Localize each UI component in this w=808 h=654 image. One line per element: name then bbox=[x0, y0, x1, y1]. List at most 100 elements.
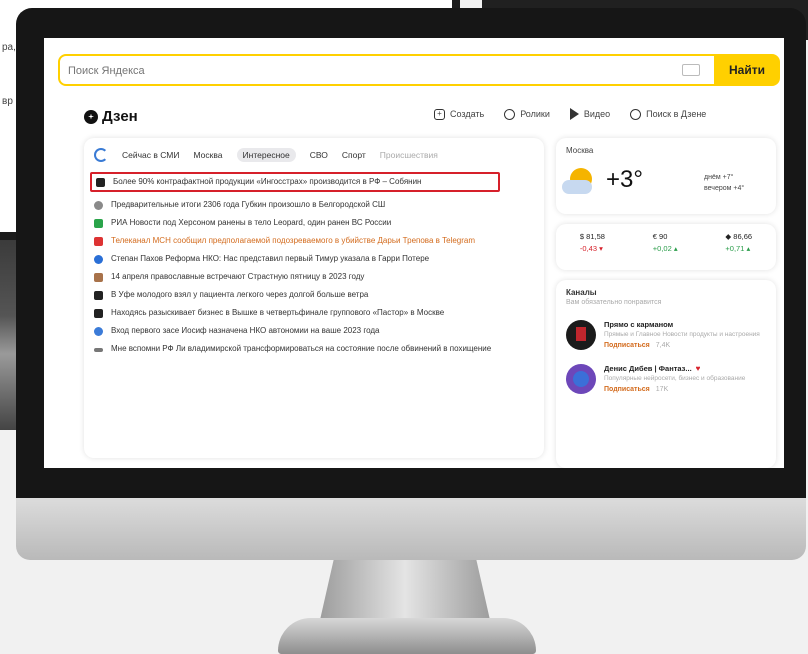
rate-usd[interactable]: $ 81,58 -0,43 ▾ bbox=[580, 232, 605, 270]
search-icon bbox=[630, 108, 642, 120]
news-source-icon bbox=[94, 327, 103, 336]
rate-value: $ 81,58 bbox=[579, 232, 605, 241]
dzen-search-button[interactable]: Поиск в Дзене bbox=[630, 108, 706, 120]
monitor: Найти Дзен + Создать Ролики Видео bbox=[16, 8, 806, 560]
shorts-button[interactable]: Ролики bbox=[504, 108, 550, 120]
channel-description: Прямые и Главное Новости продукты и наст… bbox=[604, 331, 760, 338]
tab-svo[interactable]: СВО bbox=[310, 150, 328, 160]
rate-value: ◆ 86,66 bbox=[725, 232, 753, 241]
monitor-chin bbox=[16, 498, 806, 560]
news-text: Степан Пахов Реформа НКО: Нас представил… bbox=[111, 254, 430, 263]
news-text: 14 апреля православные встречают Страстн… bbox=[111, 272, 365, 281]
subscribe-label: Подписаться bbox=[604, 386, 650, 393]
weather-details: днём +7° вечером +4° bbox=[704, 172, 744, 194]
news-text: РИА Новости под Херсоном ранены в тело L… bbox=[111, 218, 392, 227]
news-source-icon bbox=[94, 219, 103, 228]
channel-description: Популярные нейросети, бизнес и образован… bbox=[604, 375, 746, 382]
channels-title: Каналы bbox=[566, 288, 597, 297]
channels-subtitle: Вам обязательно понравится bbox=[566, 299, 662, 306]
news-item[interactable]: РИА Новости под Херсоном ранены в тело L… bbox=[94, 218, 534, 228]
news-item[interactable]: Находясь разыскивает бизнес в Вышке в че… bbox=[94, 308, 534, 318]
create-button[interactable]: + Создать bbox=[434, 108, 484, 120]
monitor-screen: Найти Дзен + Создать Ролики Видео bbox=[44, 38, 784, 468]
news-text: Мне вспомни РФ Ли владимирской трансформ… bbox=[111, 344, 492, 353]
search-button[interactable]: Найти bbox=[714, 54, 780, 86]
rate-delta: -0,43 ▾ bbox=[579, 244, 603, 253]
rate-value: € 90 bbox=[652, 232, 668, 241]
tab-incidents[interactable]: Происшествия bbox=[380, 150, 438, 160]
news-item[interactable]: Предварительные итоги 2306 года Губкин п… bbox=[94, 200, 534, 210]
channel-subscribers: 17K bbox=[655, 386, 669, 393]
tab-interesting[interactable]: Интересное bbox=[236, 148, 296, 162]
monitor-bezel: Найти Дзен + Создать Ролики Видео bbox=[16, 8, 806, 498]
channel-item[interactable]: Денис Дибев | Фантаз... ♥ Популярные нейр… bbox=[566, 364, 766, 394]
tab-now-in-media[interactable]: Сейчас в СМИ bbox=[122, 150, 180, 160]
news-item[interactable]: Степан Пахов Реформа НКО: Нас представил… bbox=[94, 254, 534, 264]
channel-item[interactable]: Прямо с карманом Прямые и Главное Новост… bbox=[566, 320, 766, 350]
channel-name: Прямо с карманом bbox=[604, 320, 674, 329]
dzen-logo-icon bbox=[84, 109, 98, 124]
channel-name-text: Денис Дибев | Фантаз... bbox=[604, 364, 692, 373]
channel-avatar bbox=[566, 320, 596, 350]
tab-moscow[interactable]: Москва bbox=[194, 150, 223, 160]
weather-city: Москва bbox=[566, 146, 594, 155]
shorts-label: Ролики bbox=[520, 109, 550, 119]
dzen-logo[interactable]: Дзен bbox=[84, 108, 138, 125]
subscribe-label: Подписаться bbox=[604, 342, 650, 349]
news-text: Находясь разыскивает бизнес в Вышке в че… bbox=[111, 308, 445, 317]
news-source-icon bbox=[94, 237, 103, 246]
tab-sport[interactable]: Спорт bbox=[342, 150, 366, 160]
news-source-icon bbox=[94, 348, 103, 352]
news-text: Вход первого засе Иосиф назначена НКО ав… bbox=[111, 326, 380, 335]
dzen-actions: + Создать Ролики Видео Поиск в Дзене bbox=[434, 108, 706, 120]
rate-delta: +0,02 ▴ bbox=[652, 244, 678, 253]
heart-icon: ♥ bbox=[695, 364, 701, 373]
weather-widget[interactable]: Москва +3° днём +7° вечером +4° bbox=[556, 138, 776, 214]
monitor-stand-neck bbox=[320, 560, 490, 620]
subscribe-button[interactable]: Подписаться 17K bbox=[604, 386, 745, 393]
news-item[interactable]: В Уфе молодого взял у пациента легкого ч… bbox=[94, 290, 534, 300]
rates-widget[interactable]: $ 81,58 -0,43 ▾ € 90 +0,02 ▴ ◆ 86,66 +0,… bbox=[556, 224, 776, 270]
cloud-icon bbox=[562, 180, 592, 194]
news-item[interactable]: 14 апреля православные встречают Страстн… bbox=[94, 272, 534, 282]
news-text: Более 90% контрафактной продукции «Ингос… bbox=[113, 177, 422, 186]
news-source-icon bbox=[96, 178, 105, 187]
rate-delta: +0,71 ▴ bbox=[725, 244, 751, 253]
news-source-icon bbox=[94, 309, 103, 318]
news-source-icon bbox=[94, 273, 103, 282]
news-panel: Сейчас в СМИ Москва Интересное СВО Спорт… bbox=[84, 138, 544, 458]
channels-widget: Каналы Вам обязательно понравится Прямо … bbox=[556, 280, 776, 468]
news-item[interactable]: Вход первого засе Иосиф назначена НКО ав… bbox=[94, 326, 534, 336]
news-list: Более 90% контрафактной продукции «Ингос… bbox=[90, 172, 534, 354]
channel-subscribers: 7,4K bbox=[655, 342, 671, 349]
news-item-highlighted[interactable]: Более 90% контрафактной продукции «Ингос… bbox=[90, 172, 500, 192]
news-source-icon bbox=[94, 201, 103, 210]
news-item[interactable]: Телеканал МСН сообщил предполагаемой под… bbox=[94, 236, 534, 246]
news-text: В Уфе молодого взял у пациента легкого ч… bbox=[111, 290, 369, 299]
weather-temperature: +3° bbox=[606, 166, 643, 193]
weather-evening: вечером +4° bbox=[704, 185, 745, 192]
rate-oil[interactable]: ◆ 86,66 +0,71 ▴ bbox=[725, 232, 752, 270]
news-refresh-icon[interactable] bbox=[94, 148, 108, 162]
monitor-stand-base bbox=[278, 618, 536, 654]
search-input[interactable] bbox=[68, 62, 668, 80]
news-text: Телеканал МСН сообщил предполагаемой под… bbox=[111, 236, 475, 245]
video-play-icon bbox=[569, 108, 579, 120]
news-source-icon bbox=[94, 255, 103, 264]
channel-avatar bbox=[566, 364, 596, 394]
video-label: Видео bbox=[583, 109, 611, 119]
news-text: Предварительные итоги 2306 года Губкин п… bbox=[111, 200, 386, 209]
keyboard-icon[interactable] bbox=[682, 64, 700, 76]
shorts-icon bbox=[504, 108, 516, 120]
search-bar: Найти bbox=[58, 54, 780, 86]
subscribe-button[interactable]: Подписаться 7,4K bbox=[604, 342, 760, 349]
background-text-2: вр bbox=[2, 96, 13, 107]
weather-day: днём +7° bbox=[704, 174, 734, 181]
create-label: Создать bbox=[450, 109, 485, 119]
news-source-icon bbox=[94, 291, 103, 300]
dzen-logo-text: Дзен bbox=[102, 108, 138, 125]
video-button[interactable]: Видео bbox=[569, 108, 611, 120]
channel-name: Денис Дибев | Фантаз... ♥ bbox=[604, 364, 745, 373]
news-item[interactable]: Мне вспомни РФ Ли владимирской трансформ… bbox=[94, 344, 534, 354]
rate-eur[interactable]: € 90 +0,02 ▴ bbox=[653, 232, 678, 270]
